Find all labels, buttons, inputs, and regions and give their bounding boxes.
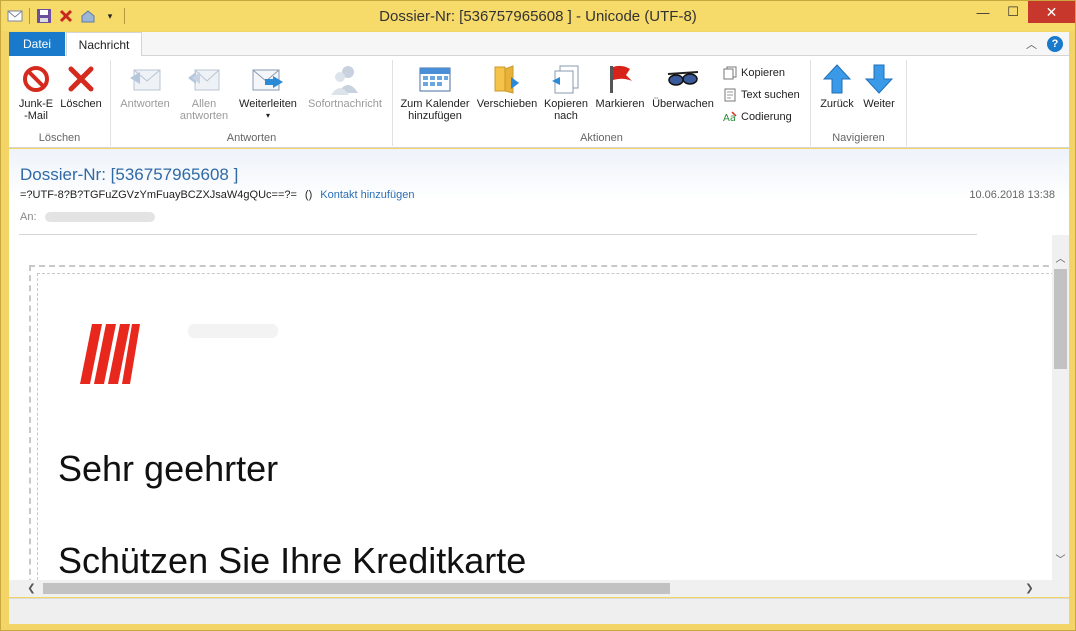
group-label-aktionen: Aktionen — [580, 132, 623, 144]
text-suchen-label: Text suchen — [741, 89, 800, 101]
scroll-down-icon[interactable]: ﹀ — [1052, 550, 1069, 567]
weiter-label: Weiter — [863, 98, 895, 110]
title-bar: ▾ Dossier-Nr: [536757965608 ] - Unicode … — [1, 1, 1075, 31]
logo-text-redacted — [188, 324, 278, 338]
markieren-label: Markieren — [595, 98, 645, 110]
scrollbar-corner — [1052, 580, 1069, 597]
kopieren-button[interactable]: Kopieren — [723, 66, 785, 80]
message-date: 10.06.2018 13:38 — [969, 189, 1055, 201]
help-icon[interactable]: ? — [1047, 36, 1063, 52]
mail-window: ▾ Dossier-Nr: [536757965608 ] - Unicode … — [0, 0, 1076, 631]
codierung-button[interactable]: Aa Codierung — [723, 110, 792, 124]
sender-line: =?UTF-8?B?TGFuZGVzYmFuayBCZXJsaW4gQUc==?… — [20, 189, 414, 201]
kopieren-nach-button[interactable]: Kopieren nach — [541, 60, 591, 122]
reply-all-icon — [186, 60, 222, 98]
group-label-loeschen: Löschen — [38, 132, 81, 144]
sofortnachricht-label: Sofortnachricht — [308, 98, 382, 110]
allen-antworten-label: Allen antworten — [179, 98, 229, 122]
ribbon: Junk-E -Mail Löschen Löschen Antworten A… — [9, 56, 1069, 148]
message-body[interactable]: Sehr geehrter Schützen Sie Ihre Kreditka… — [9, 235, 1069, 581]
ribbon-tabs: Datei Nachricht ︿ ? — [9, 32, 1069, 57]
delete-x-icon — [63, 60, 99, 98]
zum-kalender-button[interactable]: Zum Kalender hinzufügen — [397, 60, 473, 122]
horizontal-scroll-thumb[interactable] — [43, 583, 670, 594]
sender-name[interactable]: =?UTF-8?B?TGFuZGVzYmFuayBCZXJsaW4gQUc==?… — [20, 189, 297, 201]
group-label-antworten: Antworten — [226, 132, 277, 144]
copy-icon — [723, 66, 737, 80]
group-loeschen: Junk-E -Mail Löschen Löschen — [9, 60, 111, 146]
arrow-up-icon — [819, 60, 855, 98]
maximize-button[interactable]: ☐ — [998, 1, 1028, 23]
recipient-redacted — [44, 212, 155, 222]
message-header: Dossier-Nr: [536757965608 ] =?UTF-8?B?TG… — [9, 149, 1069, 235]
scroll-up-icon[interactable]: ︿ — [1052, 249, 1069, 266]
zum-kalender-label: Zum Kalender hinzufügen — [400, 98, 470, 122]
group-aktionen: Zum Kalender hinzufügen Verschieben Kopi… — [393, 60, 811, 146]
junk-label: Junk-E -Mail — [18, 98, 54, 122]
window-controls: — ☐ ✕ — [968, 1, 1075, 23]
weiterleiten-label: Weiterleiten — [239, 98, 297, 110]
verschieben-label: Verschieben — [476, 98, 538, 110]
group-antworten: Antworten Allen antworten Weiterleiten ▾ — [111, 60, 393, 146]
group-label-navigieren: Navigieren — [832, 132, 885, 144]
antworten-label: Antworten — [120, 98, 170, 110]
scroll-right-icon[interactable]: ❯ — [1021, 580, 1038, 597]
codierung-label: Codierung — [741, 111, 792, 123]
ribbon-help-area: ︿ ? — [1026, 36, 1063, 52]
to-label: An: — [20, 211, 37, 223]
zurueck-button[interactable]: Zurück — [815, 60, 859, 110]
bank-logo-icon — [80, 324, 140, 384]
junk-icon — [18, 60, 54, 98]
reply-icon — [127, 60, 163, 98]
recipient-line: An: — [20, 211, 155, 223]
horizontal-scrollbar[interactable]: ❮ ❯ — [9, 580, 1052, 597]
loeschen-button[interactable]: Löschen — [59, 60, 103, 110]
forward-icon — [250, 60, 286, 98]
html-content-frame: Sehr geehrter Schützen Sie Ihre Kreditka… — [29, 265, 1069, 581]
group-navigieren: Zurück Weiter Navigieren — [811, 60, 907, 146]
loeschen-label: Löschen — [60, 98, 102, 110]
calendar-icon — [417, 60, 453, 98]
ueberwachen-button[interactable]: Überwachen — [649, 60, 717, 110]
instant-message-icon — [327, 60, 363, 98]
encoding-icon: Aa — [723, 110, 737, 124]
flag-icon — [602, 60, 638, 98]
markieren-button[interactable]: Markieren — [593, 60, 647, 110]
copy-to-icon — [548, 60, 584, 98]
add-contact-link[interactable]: Kontakt hinzufügen — [320, 189, 414, 201]
junk-button[interactable]: Junk-E -Mail — [15, 60, 57, 122]
find-text-icon — [723, 88, 737, 102]
status-bar — [9, 598, 1069, 624]
ueberwachen-label: Überwachen — [652, 98, 714, 110]
glasses-icon — [665, 60, 701, 98]
greeting-text: Sehr geehrter — [58, 448, 279, 489]
message-subject: Dossier-Nr: [536757965608 ] — [20, 165, 239, 184]
weiter-button[interactable]: Weiter — [859, 60, 899, 110]
close-button[interactable]: ✕ — [1028, 1, 1075, 23]
collapse-ribbon-icon[interactable]: ︿ — [1026, 36, 1037, 52]
arrow-down-icon — [861, 60, 897, 98]
kopieren-nach-label: Kopieren nach — [543, 98, 589, 122]
window-title: Dossier-Nr: [536757965608 ] - Unicode (U… — [379, 8, 697, 25]
move-folder-icon — [489, 60, 525, 98]
text-suchen-button[interactable]: Text suchen — [723, 88, 800, 102]
sender-address: () — [304, 189, 313, 201]
kopieren-label: Kopieren — [741, 67, 786, 79]
tab-nachricht[interactable]: Nachricht — [66, 32, 142, 57]
verschieben-button[interactable]: Verschieben — [475, 60, 539, 110]
weiterleiten-dropdown-icon[interactable]: ▾ — [266, 110, 270, 122]
antworten-button[interactable]: Antworten — [115, 60, 175, 110]
headline-text: Schützen Sie Ihre Kreditkarte — [58, 540, 527, 581]
minimize-button[interactable]: — — [968, 1, 998, 23]
weiterleiten-button[interactable]: Weiterleiten ▾ — [233, 60, 303, 122]
zurueck-label: Zurück — [820, 98, 854, 110]
scroll-left-icon[interactable]: ❮ — [23, 580, 40, 597]
vertical-scroll-thumb[interactable] — [1054, 269, 1067, 369]
sofortnachricht-button[interactable]: Sofortnachricht — [303, 60, 387, 110]
vertical-scrollbar[interactable]: ︿ ﹀ — [1052, 235, 1069, 581]
tab-datei[interactable]: Datei — [9, 32, 65, 56]
html-content-inner: Sehr geehrter Schützen Sie Ihre Kreditka… — [37, 273, 1069, 581]
allen-antworten-button[interactable]: Allen antworten — [175, 60, 233, 122]
